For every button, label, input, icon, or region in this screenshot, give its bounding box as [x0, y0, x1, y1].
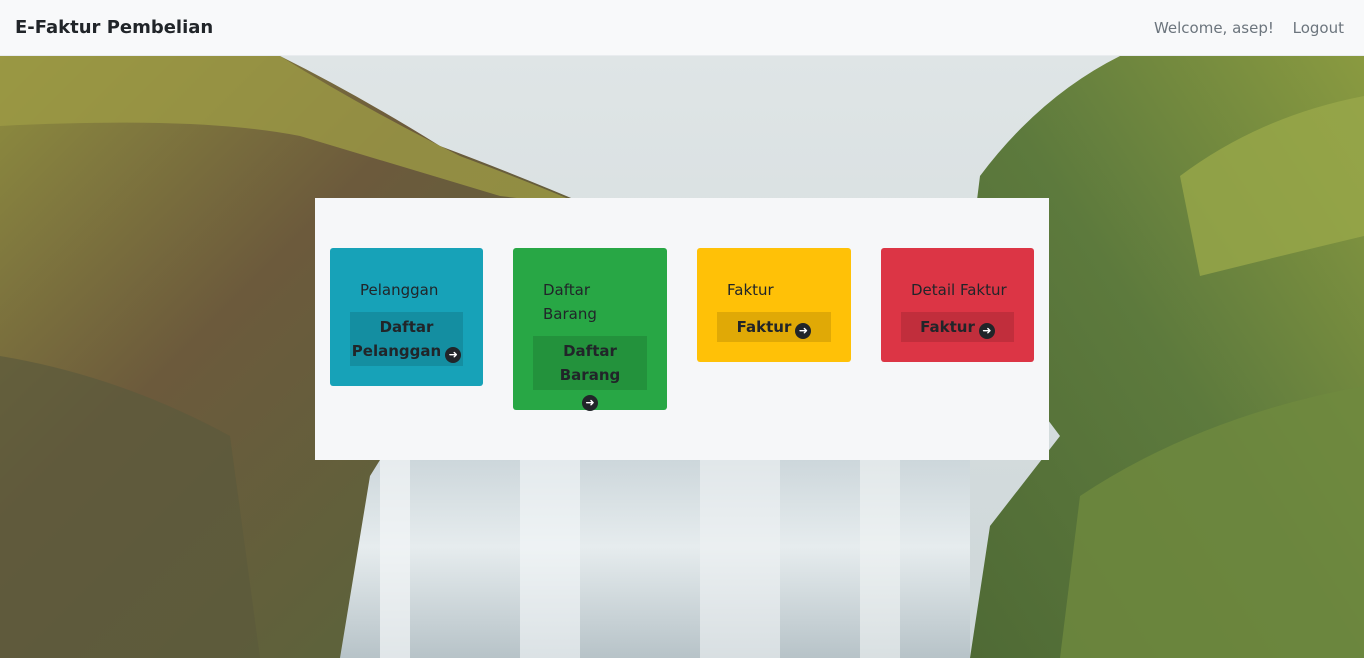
daftar-pelanggan-link[interactable]: Daftar Pelanggan ➜	[350, 312, 463, 366]
welcome-text: Welcome, asep!	[1153, 19, 1274, 37]
arrow-circle-right-icon: ➜	[445, 347, 462, 363]
card-detail-faktur: Detail Faktur Faktur ➜	[881, 248, 1034, 362]
card-title: Detail Faktur	[911, 281, 1007, 299]
main-panel: Pelanggan Daftar Pelanggan ➜ Daftar Baran…	[315, 198, 1049, 460]
link-label: Faktur	[736, 318, 792, 336]
arrow-circle-right-icon: ➜	[582, 395, 598, 411]
brand[interactable]: E-Faktur Pembelian	[15, 17, 213, 38]
arrow-circle-right-icon: ➜	[795, 323, 812, 339]
card-faktur: Faktur Faktur ➜	[697, 248, 851, 362]
faktur-link[interactable]: Faktur ➜	[717, 312, 831, 342]
link-label: Daftar Pelanggan	[351, 318, 442, 360]
card-title: Daftar Barang	[543, 281, 597, 323]
nav-right: Welcome, asep! Logout	[1140, 19, 1344, 37]
link-label: Faktur	[920, 318, 975, 336]
card-title: Pelanggan	[360, 281, 439, 299]
daftar-barang-link[interactable]: Daftar Barang ➜	[533, 336, 647, 411]
link-label: Daftar Barang	[559, 342, 621, 384]
card-pelanggan: Pelanggan Daftar Pelanggan ➜	[330, 248, 483, 386]
card-title: Faktur	[727, 281, 774, 299]
navbar: E-Faktur Pembelian Welcome, asep! Logout	[0, 0, 1364, 56]
card-daftar-barang: Daftar Barang Daftar Barang ➜	[513, 248, 667, 411]
detail-faktur-link[interactable]: Faktur ➜	[901, 312, 1014, 342]
logout-link[interactable]: Logout	[1293, 19, 1344, 37]
arrow-circle-right-icon: ➜	[978, 323, 995, 339]
